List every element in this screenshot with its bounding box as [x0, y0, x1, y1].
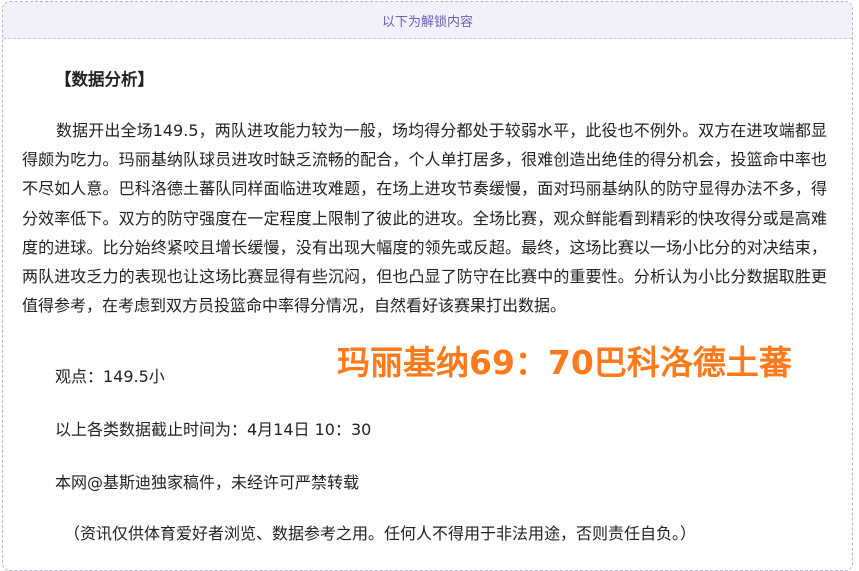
viewpoint-line: 观点：149.5小 — [55, 367, 165, 386]
score-overlay: 玛丽基纳69：70巴科洛德土蕃 — [337, 343, 792, 382]
copyright-line: 本网@基斯迪独家稿件，未经许可严禁转载 — [55, 473, 360, 492]
unlock-banner: 以下为解锁内容 — [3, 2, 852, 39]
section-heading: 【数据分析】 — [55, 70, 154, 89]
disclaimer-line: （资讯仅供体育爱好者浏览、数据参考之用。任何人不得用于非法用途，否则责任自负。） — [64, 524, 697, 543]
cutoff-time-line: 以上各类数据截止时间为：4月14日 10：30 — [55, 420, 372, 439]
unlock-banner-text: 以下为解锁内容 — [381, 14, 473, 30]
analysis-paragraph: 数据开出全场149.5，两队进攻能力较为一般，场均得分都处于较弱水平，此役也不例… — [22, 121, 827, 316]
